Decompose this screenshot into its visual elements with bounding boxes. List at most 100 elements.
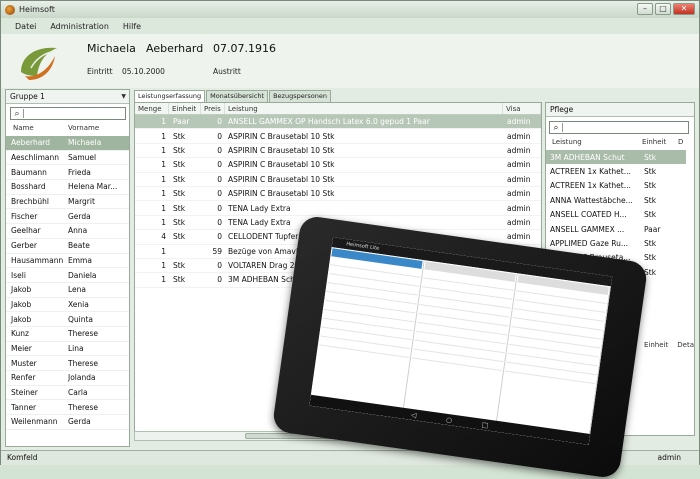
resident-row[interactable]: Tanner Therese bbox=[6, 400, 129, 416]
catalog-row[interactable]: ACTREEN 1x Kathet... Stk bbox=[546, 179, 686, 193]
cell-menge: 1 bbox=[161, 131, 166, 141]
resident-row[interactable]: Renfer Jolanda bbox=[6, 371, 129, 386]
austritt-label: Austritt bbox=[213, 67, 241, 76]
resident-row[interactable]: Weilenmann Gerda bbox=[6, 415, 129, 430]
resident-row[interactable]: Jakob Xenia bbox=[6, 298, 129, 313]
resident-search-input[interactable]: ⌕ bbox=[10, 107, 126, 120]
search-icon: ⌕ bbox=[14, 108, 20, 119]
cell-menge: 1 bbox=[161, 145, 166, 155]
resident-name: Gerber bbox=[11, 241, 37, 251]
resident-row[interactable]: Aeberhard Michaela bbox=[6, 136, 129, 151]
chevron-down-icon: ▼ bbox=[121, 93, 126, 100]
resident-row[interactable]: Jakob Quinta bbox=[6, 312, 129, 327]
cell-preis: 0 bbox=[217, 232, 222, 242]
search-icon: ⌕ bbox=[553, 122, 559, 133]
grid-row[interactable]: 1 Stk 0 ASPIRIN C Brausetabl 10 Stk admin bbox=[135, 173, 541, 187]
resident-row[interactable]: Geelhar Anna bbox=[6, 224, 129, 239]
cell-preis: 0 bbox=[217, 174, 222, 184]
category-select[interactable]: Pflege bbox=[546, 103, 694, 117]
resident-vorname: Anna bbox=[68, 226, 88, 236]
col-catalog-einheit[interactable]: Einheit bbox=[642, 138, 678, 149]
catalog-row[interactable]: APPLIMED Gaze Ru... Stk bbox=[546, 236, 686, 250]
menu-administration[interactable]: Administration bbox=[50, 22, 109, 31]
col-einheit[interactable]: Einheit bbox=[169, 103, 201, 114]
catalog-einheit: Paar bbox=[644, 224, 661, 234]
tab-monatsuebersicht[interactable]: Monatsübersicht bbox=[206, 90, 269, 102]
resident-row[interactable]: Aeschlimann Samuel bbox=[6, 151, 129, 166]
resident-row[interactable]: Jakob Lena bbox=[6, 283, 129, 298]
col-leistung[interactable]: Leistung bbox=[225, 103, 503, 114]
cell-menge: 1 bbox=[161, 275, 166, 285]
catalog-row[interactable]: 3M ADHEBAN Schut Stk bbox=[546, 150, 686, 165]
grid-row[interactable]: 1 Paar 0 ANSELL GAMMEX OP Handsch Latex 6.0… bbox=[135, 115, 541, 130]
col-catalog-d[interactable]: D bbox=[678, 138, 683, 149]
catalog-row[interactable]: ANNA Wattestäbche... Stk bbox=[546, 193, 686, 207]
cell-preis: 0 bbox=[217, 131, 222, 141]
catalog-row[interactable]: ANSELL COATED H... Stk bbox=[546, 208, 686, 222]
close-icon[interactable]: ✕ bbox=[673, 3, 695, 15]
resident-row[interactable]: Meier Lina bbox=[6, 342, 129, 357]
maximize-icon[interactable]: □ bbox=[655, 3, 671, 15]
catalog-einheit: Stk bbox=[644, 181, 657, 191]
grid-header: Menge Einheit Preis Leistung Visa bbox=[135, 103, 541, 115]
resident-row[interactable]: Bosshard Helena Mar... bbox=[6, 180, 129, 195]
resident-name: Jakob bbox=[11, 299, 32, 309]
cell-menge: 4 bbox=[161, 232, 166, 242]
catalog-einheit: Stk bbox=[644, 239, 657, 249]
resident-row[interactable]: Baumann Frieda bbox=[6, 165, 129, 181]
col-preis[interactable]: Preis bbox=[201, 103, 225, 114]
cell-visa: admin bbox=[507, 232, 531, 242]
col-visa[interactable]: Visa bbox=[503, 103, 541, 114]
grid-row[interactable]: 1 Stk 0 TENA Lady Extra admin bbox=[135, 201, 541, 216]
col-lower-detail[interactable]: Deta bbox=[677, 341, 694, 352]
status-left: Komfeld bbox=[7, 453, 38, 462]
menu-datei[interactable]: Datei bbox=[15, 22, 36, 31]
resident-vorname: Xenia bbox=[68, 299, 89, 309]
catalog-leistung: ANSELL GAMMEX ... bbox=[550, 224, 625, 234]
grid-row[interactable]: 1 Stk 0 ASPIRIN C Brausetabl 10 Stk admin bbox=[135, 129, 541, 144]
resident-row[interactable]: Steiner Carla bbox=[6, 386, 129, 401]
resident-name: Aeberhard bbox=[11, 138, 51, 148]
back-icon: ◁ bbox=[410, 410, 417, 420]
catalog-row[interactable]: ACTREEN 1x Kathet... Stk bbox=[546, 164, 686, 178]
recent-apps-icon: □ bbox=[481, 420, 490, 430]
grid-row[interactable]: 1 Stk 0 ASPIRIN C Brausetabl 10 Stk admin bbox=[135, 144, 541, 159]
grid-row[interactable]: 1 Stk 0 ASPIRIN C Brausetabl 10 Stk admin bbox=[135, 187, 541, 202]
resident-row[interactable]: Gerber Beate bbox=[6, 239, 129, 254]
resident-row[interactable]: Kunz Therese bbox=[6, 327, 129, 342]
cell-menge: 1 bbox=[161, 217, 166, 227]
tab-leistungserfassung[interactable]: Leistungserfassung bbox=[134, 90, 206, 102]
col-menge[interactable]: Menge bbox=[135, 103, 169, 114]
resident-row[interactable]: Fischer Gerda bbox=[6, 209, 129, 225]
catalog-row[interactable]: ANSELL GAMMEX ... Paar bbox=[546, 222, 686, 236]
catalog-search-input[interactable]: ⌕ bbox=[549, 121, 689, 134]
catalog-einheit: Stk bbox=[644, 267, 657, 277]
cell-preis: 0 bbox=[217, 203, 222, 213]
resident-row[interactable]: Muster Therese bbox=[6, 356, 129, 371]
resident-row[interactable]: Iseli Daniela bbox=[6, 268, 129, 283]
group-select[interactable]: Gruppe 1 ▼ bbox=[6, 90, 129, 104]
resident-name: Aeschlimann bbox=[11, 153, 59, 163]
cell-einheit: Stk bbox=[173, 217, 186, 227]
grid-row[interactable]: 1 Stk 0 ASPIRIN C Brausetabl 10 Stk admin bbox=[135, 158, 541, 173]
cell-einheit: Stk bbox=[173, 174, 186, 184]
col-catalog-leistung[interactable]: Leistung bbox=[546, 138, 642, 149]
tab-bezugspersonen[interactable]: Bezugspersonen bbox=[269, 90, 331, 102]
cell-leistung: ANSELL GAMMEX OP Handsch Latex 6.0 gepud… bbox=[228, 117, 430, 127]
cell-einheit: Paar bbox=[173, 117, 190, 127]
col-vorname[interactable]: Vorname bbox=[68, 124, 128, 135]
resident-vorname: Michaela bbox=[68, 138, 102, 148]
resident-row[interactable]: Hausammann Emma bbox=[6, 254, 129, 269]
resident-vorname: Therese bbox=[68, 329, 99, 339]
col-lower-einheit[interactable]: Einheit bbox=[644, 341, 677, 352]
cell-einheit: Stk bbox=[173, 275, 186, 285]
menu-hilfe[interactable]: Hilfe bbox=[123, 22, 141, 31]
resident-name: Weilenmann bbox=[11, 417, 58, 427]
minimize-icon[interactable]: – bbox=[637, 3, 653, 15]
resident-vorname: Lena bbox=[68, 285, 87, 295]
col-name[interactable]: Name bbox=[6, 124, 68, 135]
cell-preis: 0 bbox=[217, 217, 222, 227]
resident-row[interactable]: Brechbühl Margrit bbox=[6, 195, 129, 210]
resident-vorname: Beate bbox=[68, 241, 90, 251]
cell-leistung: TENA Lady Extra bbox=[228, 203, 291, 213]
